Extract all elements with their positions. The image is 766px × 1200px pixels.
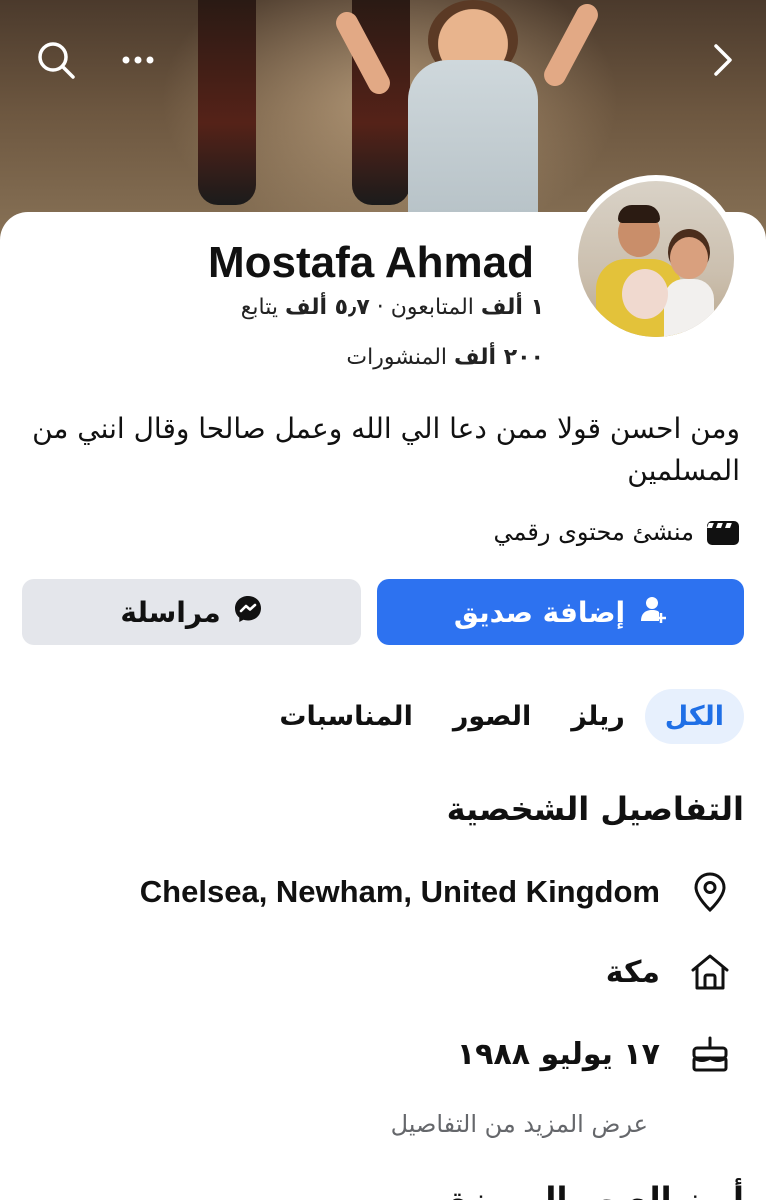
see-more-details-link[interactable]: عرض المزيد من التفاصيل (391, 1110, 648, 1138)
messenger-icon (233, 594, 263, 631)
posts-count: ٢٠٠ ألف (454, 345, 544, 370)
detail-location: Chelsea, Newham, United Kingdom (22, 862, 732, 922)
clapperboard-icon (704, 517, 742, 547)
chevron-right-icon (708, 40, 736, 80)
category-label: منشئ محتوى رقمي (493, 518, 694, 546)
avatar-figure (618, 205, 660, 223)
following-count[interactable]: ٥٫٧ ألف (285, 295, 370, 320)
following-label[interactable]: يتابع (241, 295, 278, 320)
detail-birthday: ١٧ يوليو ١٩٨٨ (22, 1024, 732, 1084)
avatar-figure (664, 279, 714, 337)
more-icon (118, 54, 158, 66)
avatar[interactable] (572, 175, 740, 343)
avatar-figure (622, 269, 668, 319)
tab-photos[interactable]: الصور (433, 689, 551, 744)
back-button[interactable] (698, 36, 746, 84)
message-button[interactable]: مراسلة (22, 579, 361, 645)
profile-name: Mostafa Ahmad (208, 238, 534, 287)
add-friend-button[interactable]: إضافة صديق (377, 579, 744, 645)
stats-separator: · (369, 295, 384, 320)
search-icon (34, 38, 78, 82)
cover-figure-leg (198, 0, 256, 205)
avatar-photo (578, 181, 734, 337)
birthday-text: ١٧ يوليو ١٩٨٨ (456, 1036, 660, 1072)
more-button[interactable] (114, 36, 162, 84)
profile-tabs: الكل ريلز الصور المناسبات (259, 683, 744, 749)
followers-count[interactable]: ١ ألف (481, 295, 544, 320)
posts-label: المنشورات (346, 345, 448, 370)
add-person-icon (637, 594, 667, 631)
section-title-details: التفاصيل الشخصية (446, 790, 744, 828)
detail-hometown: مكة (22, 942, 732, 1002)
location-text: Chelsea, Newham, United Kingdom (139, 874, 660, 909)
cover-child-body (408, 60, 538, 220)
hometown-text: مكة (605, 954, 660, 990)
posts-line: ٢٠٠ ألف المنشورات (346, 345, 544, 370)
message-label: مراسلة (120, 595, 221, 629)
avatar-figure (670, 237, 708, 279)
tab-reels[interactable]: ريلز (551, 689, 645, 744)
home-icon (688, 950, 732, 994)
section-title-featured: أبرز الصور المميزة (449, 1180, 744, 1200)
profile-category: منشئ محتوى رقمي (494, 517, 742, 547)
followers-label[interactable]: المتابعون (391, 295, 474, 320)
tab-all[interactable]: الكل (644, 688, 744, 744)
profile-bio: ومن احسن قولا ممن دعا الي الله وعمل صالح… (32, 412, 740, 487)
search-button[interactable] (32, 36, 80, 84)
location-pin-icon (688, 870, 732, 914)
stats-line: ١ ألف المتابعون · ٥٫٧ ألف يتابع (241, 295, 544, 320)
add-friend-label: إضافة صديق (453, 595, 626, 629)
tab-events[interactable]: المناسبات (259, 689, 433, 744)
cake-icon (688, 1032, 732, 1076)
